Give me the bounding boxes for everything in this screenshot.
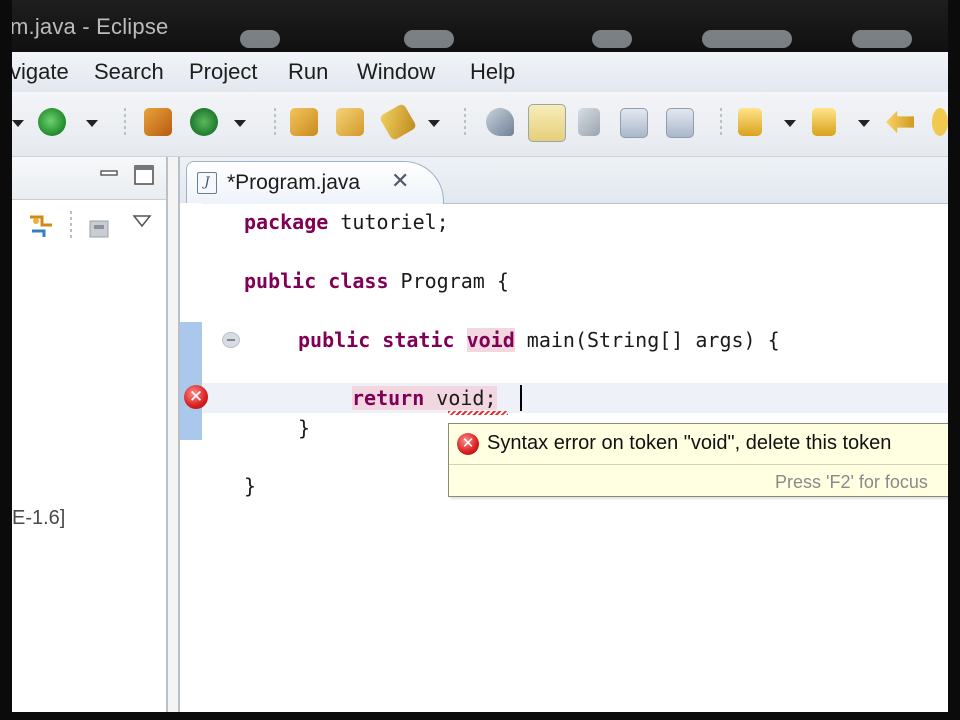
title-glare xyxy=(240,30,280,48)
menu-run[interactable]: Run xyxy=(288,59,328,85)
show-source-icon[interactable] xyxy=(620,108,648,138)
toolbar-separator xyxy=(464,108,466,138)
code-text: tutoriel; xyxy=(328,210,449,234)
editor-tab-row: J *Program.java ✕ xyxy=(180,157,948,204)
toolbar-separator xyxy=(124,108,126,138)
forward-icon[interactable] xyxy=(932,108,948,136)
open-folder-icon[interactable] xyxy=(336,108,364,136)
code-line-6[interactable]: } xyxy=(244,473,256,499)
minimize-icon[interactable] xyxy=(98,167,120,183)
current-line-highlight xyxy=(202,383,948,413)
tooltip-focus-hint: Press 'F2' for focus xyxy=(775,472,928,492)
menu-window[interactable]: Window xyxy=(357,59,435,85)
previous-annotation-icon[interactable] xyxy=(812,108,836,136)
error-marker-icon[interactable]: ✕ xyxy=(184,385,208,409)
text-caret xyxy=(520,385,522,411)
editor-tab-program-java[interactable]: J *Program.java ✕ xyxy=(186,161,444,204)
title-glare xyxy=(592,30,632,48)
open-type-icon[interactable] xyxy=(290,108,318,136)
fold-collapse-icon[interactable] xyxy=(222,332,240,348)
dropdown-arrow-icon[interactable] xyxy=(858,120,870,127)
toolbar-separator xyxy=(720,108,722,138)
main-toolbar xyxy=(12,92,948,157)
dropdown-arrow-icon[interactable] xyxy=(86,120,98,127)
run-icon[interactable] xyxy=(38,108,66,136)
code-line-4[interactable]: return void; xyxy=(352,385,497,411)
keyword-public: public xyxy=(298,328,371,352)
keyword-void-occurrence: void xyxy=(466,328,515,352)
package-explorer-panel: E-1.6] xyxy=(12,157,168,712)
error-hover-tooltip[interactable]: ✕ Syntax error on token "void", delete t… xyxy=(448,423,948,497)
window-title: m.java - Eclipse xyxy=(12,14,169,39)
back-icon[interactable] xyxy=(886,110,914,134)
code-text: main(String[] args) { xyxy=(514,328,780,352)
tooltip-divider xyxy=(449,464,948,465)
block-selection-icon[interactable] xyxy=(578,108,600,136)
view-menu-icon[interactable] xyxy=(132,213,152,229)
error-squiggle xyxy=(448,411,508,415)
jre-library-label[interactable]: E-1.6] xyxy=(12,507,65,530)
dropdown-arrow-icon[interactable] xyxy=(234,120,246,127)
dropdown-arrow-icon[interactable] xyxy=(12,120,24,127)
code-line-5[interactable]: } xyxy=(298,415,310,441)
close-tab-icon[interactable]: ✕ xyxy=(391,169,409,193)
code-line-2[interactable]: public class Program { xyxy=(244,268,509,294)
title-glare xyxy=(404,30,454,48)
mark-occurrences-icon[interactable] xyxy=(528,104,566,142)
collapse-all-icon[interactable] xyxy=(88,217,114,241)
menu-project[interactable]: Project xyxy=(189,59,257,85)
maximize-icon[interactable] xyxy=(132,163,156,187)
panel-toolbar-separator xyxy=(70,211,72,241)
whitespace-icon[interactable] xyxy=(666,108,694,138)
eclipse-window: m.java - Eclipse vigate Search Project R… xyxy=(12,0,948,712)
tooltip-message: Syntax error on token "void", delete thi… xyxy=(487,432,892,454)
title-bar: m.java - Eclipse xyxy=(12,0,948,52)
menu-bar: vigate Search Project Run Window Help xyxy=(12,52,948,92)
title-glare xyxy=(702,30,792,48)
code-text-error: void; xyxy=(424,386,497,410)
quick-diff-change-bar xyxy=(180,322,202,440)
toolbar-separator xyxy=(274,108,276,138)
keyword-public: public xyxy=(244,269,317,293)
next-annotation-icon[interactable] xyxy=(738,108,762,136)
error-icon: ✕ xyxy=(457,433,479,455)
title-glare xyxy=(852,30,912,48)
new-class-icon[interactable] xyxy=(190,108,218,136)
panel-header xyxy=(12,157,166,200)
menu-navigate[interactable]: vigate xyxy=(12,59,69,85)
annotation-icon[interactable] xyxy=(486,108,514,136)
left-ruler xyxy=(180,203,202,712)
dropdown-arrow-icon[interactable] xyxy=(784,120,796,127)
link-with-editor-icon[interactable] xyxy=(26,211,58,241)
new-package-icon[interactable] xyxy=(144,108,172,136)
code-text: Program { xyxy=(388,269,509,293)
keyword-return: return xyxy=(352,386,425,410)
editor-tab-label: *Program.java xyxy=(227,171,361,194)
menu-help[interactable]: Help xyxy=(470,59,515,85)
code-line-1[interactable]: package tutoriel; xyxy=(244,209,449,235)
java-file-icon: J xyxy=(197,172,217,194)
keyword-static: static xyxy=(382,328,455,352)
dropdown-arrow-icon[interactable] xyxy=(428,120,440,127)
keyword-package: package xyxy=(244,210,329,234)
search-torch-icon[interactable] xyxy=(378,102,418,142)
keyword-class: class xyxy=(328,269,389,293)
code-line-3[interactable]: public static void main(String[] args) { xyxy=(298,327,780,353)
menu-search[interactable]: Search xyxy=(94,59,164,85)
